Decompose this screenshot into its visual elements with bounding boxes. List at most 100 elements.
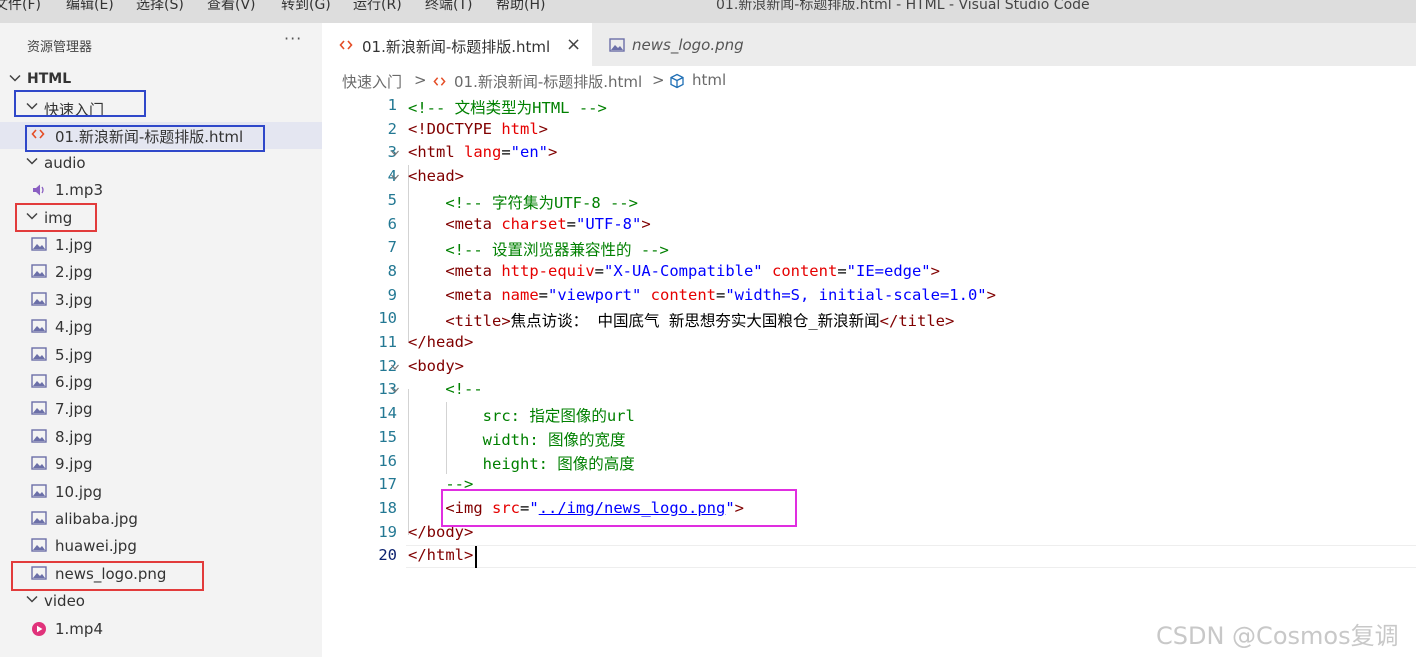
menu-selection[interactable]: 选择(S): [136, 0, 184, 14]
code-text: <html lang="en">: [408, 143, 557, 161]
code-line[interactable]: 9 <meta name="viewport" content="width=S…: [322, 286, 1416, 310]
menu-bar: 文件(F) 编辑(E) 选择(S) 查看(V) 转到(G) 运行(R) 终端(T…: [0, 0, 1416, 23]
tree-file[interactable]: news_logo.png: [0, 561, 322, 588]
fold-chevron-icon[interactable]: [390, 172, 400, 184]
image-file-icon: [31, 538, 47, 554]
tree-file[interactable]: 3.jpg: [0, 287, 322, 314]
tree-item-label: 9.jpg: [55, 455, 93, 474]
tree-root-html[interactable]: HTML: [0, 67, 322, 94]
tree-file[interactable]: 9.jpg: [0, 451, 322, 478]
breadcrumb-symbol[interactable]: html: [692, 71, 726, 89]
code-line[interactable]: 12 <body>: [322, 357, 1416, 381]
tree-file[interactable]: 4.jpg: [0, 314, 322, 341]
image-file-icon: [31, 264, 47, 280]
tree-folder[interactable]: img: [0, 205, 322, 232]
tree-file[interactable]: 01.新浪新闻-标题排版.html: [0, 122, 322, 150]
code-token: </title>: [879, 312, 955, 331]
code-line[interactable]: 5 <!-- 字符集为UTF-8 -->: [322, 191, 1416, 215]
tree-file[interactable]: 2.jpg: [0, 259, 322, 286]
code-line[interactable]: 7 <!-- 设置浏览器兼容性的 -->: [322, 238, 1416, 262]
tree-folder[interactable]: video: [0, 588, 322, 615]
tree-folder[interactable]: 快速入门: [0, 95, 322, 122]
code-editor[interactable]: 1 <!-- 文档类型为HTML --> 2 <!DOCTYPE html> 3 <htm…: [322, 93, 1416, 657]
tab-html-file[interactable]: 01.新浪新闻-标题排版.html ×: [322, 23, 592, 66]
code-line[interactable]: 6 <meta charset="UTF-8">: [322, 215, 1416, 239]
code-token: width: 图像的宽度: [482, 430, 626, 449]
more-actions-icon[interactable]: ···: [284, 29, 302, 48]
line-number: 19: [378, 522, 397, 541]
code-token: name: [501, 285, 539, 304]
code-text: <!-- 文档类型为HTML -->: [408, 96, 607, 118]
tree-file[interactable]: 6.jpg: [0, 369, 322, 396]
tree-folder[interactable]: audio: [0, 150, 322, 177]
code-token: <img: [445, 498, 492, 517]
line-number: 10: [378, 309, 397, 328]
code-token: http-equiv: [501, 261, 595, 280]
tree-item-label: 2.jpg: [55, 263, 93, 282]
code-line[interactable]: 3 <html lang="en">: [322, 143, 1416, 167]
code-line[interactable]: 19 </body>: [322, 523, 1416, 547]
tree-item-label: 1.mp3: [55, 181, 103, 200]
code-token: src: 指定图像的url: [482, 407, 635, 426]
code-line[interactable]: 10 <title>焦点访谈： 中国底气 新思想夯实大国粮仓_新浪新闻</tit…: [322, 309, 1416, 333]
code-line[interactable]: 17 -->: [322, 475, 1416, 499]
code-token: 焦点访谈： 中国底气 新思想夯实大国粮仓_新浪新闻: [510, 312, 880, 331]
code-text: <meta charset="UTF-8">: [408, 215, 650, 233]
breadcrumb-file[interactable]: 01.新浪新闻-标题排版.html: [454, 71, 642, 92]
tree-item-label: huawei.jpg: [55, 537, 137, 556]
code-line[interactable]: 15 width: 图像的宽度: [322, 428, 1416, 452]
tab-news-logo[interactable]: news_logo.png: [592, 23, 764, 66]
breadcrumb-folder[interactable]: 快速入门: [342, 71, 402, 92]
tree-file[interactable]: alibaba.jpg: [0, 506, 322, 533]
tree-file[interactable]: 5.jpg: [0, 342, 322, 369]
tree-file[interactable]: huawei.jpg: [0, 533, 322, 560]
code-token: "IE=edge": [846, 261, 931, 280]
code-token: >: [734, 498, 745, 517]
menu-view[interactable]: 查看(V): [207, 0, 256, 14]
fold-chevron-icon[interactable]: [390, 362, 400, 374]
tree-file[interactable]: 1.mp4: [0, 616, 322, 643]
menu-file[interactable]: 文件(F): [0, 0, 41, 14]
image-file-icon: [31, 237, 47, 253]
menu-go[interactable]: 转到(G): [281, 0, 331, 14]
explorer-sidebar: 资源管理器 ··· HTML 快速入门 01.新浪新闻-标题排版.html audi…: [0, 23, 322, 657]
tree-file[interactable]: 1.mp3: [0, 177, 322, 204]
line-number: 20: [378, 546, 397, 565]
code-line[interactable]: 8 <meta http-equiv="X-UA-Compatible" con…: [322, 262, 1416, 286]
code-line[interactable]: 20 </html>: [322, 546, 1416, 570]
code-line[interactable]: 4 <head>: [322, 167, 1416, 191]
text-cursor: [475, 546, 477, 568]
tree-file[interactable]: 10.jpg: [0, 479, 322, 506]
code-text: <meta http-equiv="X-UA-Compatible" conte…: [408, 262, 940, 280]
tree-item-label: 01.新浪新闻-标题排版.html: [55, 128, 244, 147]
tree-file[interactable]: 1.jpg: [0, 232, 322, 259]
menu-help[interactable]: 帮助(H): [496, 0, 545, 14]
code-token: >: [548, 143, 558, 162]
code-line[interactable]: 16 height: 图像的高度: [322, 452, 1416, 476]
code-token: =: [716, 285, 726, 304]
tree-file[interactable]: 7.jpg: [0, 396, 322, 423]
menu-edit[interactable]: 编辑(E): [66, 0, 114, 14]
code-text: <!DOCTYPE html>: [408, 120, 548, 138]
code-line[interactable]: 11 </head>: [322, 333, 1416, 357]
line-number: 15: [378, 427, 397, 446]
code-line[interactable]: 13 <!--: [322, 380, 1416, 404]
menu-terminal[interactable]: 终端(T): [425, 0, 472, 14]
code-token: <meta: [445, 285, 502, 304]
image-file-icon: [31, 456, 47, 472]
code-line[interactable]: 1 <!-- 文档类型为HTML -->: [322, 96, 1416, 120]
line-number: 1: [387, 96, 397, 114]
code-token: >: [930, 261, 940, 280]
fold-chevron-icon[interactable]: [390, 385, 400, 397]
menu-run[interactable]: 运行(R): [353, 0, 402, 14]
code-line[interactable]: 14 src: 指定图像的url: [322, 404, 1416, 428]
code-line[interactable]: 2 <!DOCTYPE html>: [322, 120, 1416, 144]
code-line[interactable]: 18 <img src="../img/news_logo.png">: [322, 499, 1416, 523]
fold-chevron-icon[interactable]: [390, 148, 400, 160]
close-icon[interactable]: ×: [566, 34, 581, 55]
code-token: <meta: [445, 261, 502, 280]
tree-file[interactable]: 8.jpg: [0, 424, 322, 451]
code-link[interactable]: ../img/news_logo.png: [539, 499, 726, 517]
